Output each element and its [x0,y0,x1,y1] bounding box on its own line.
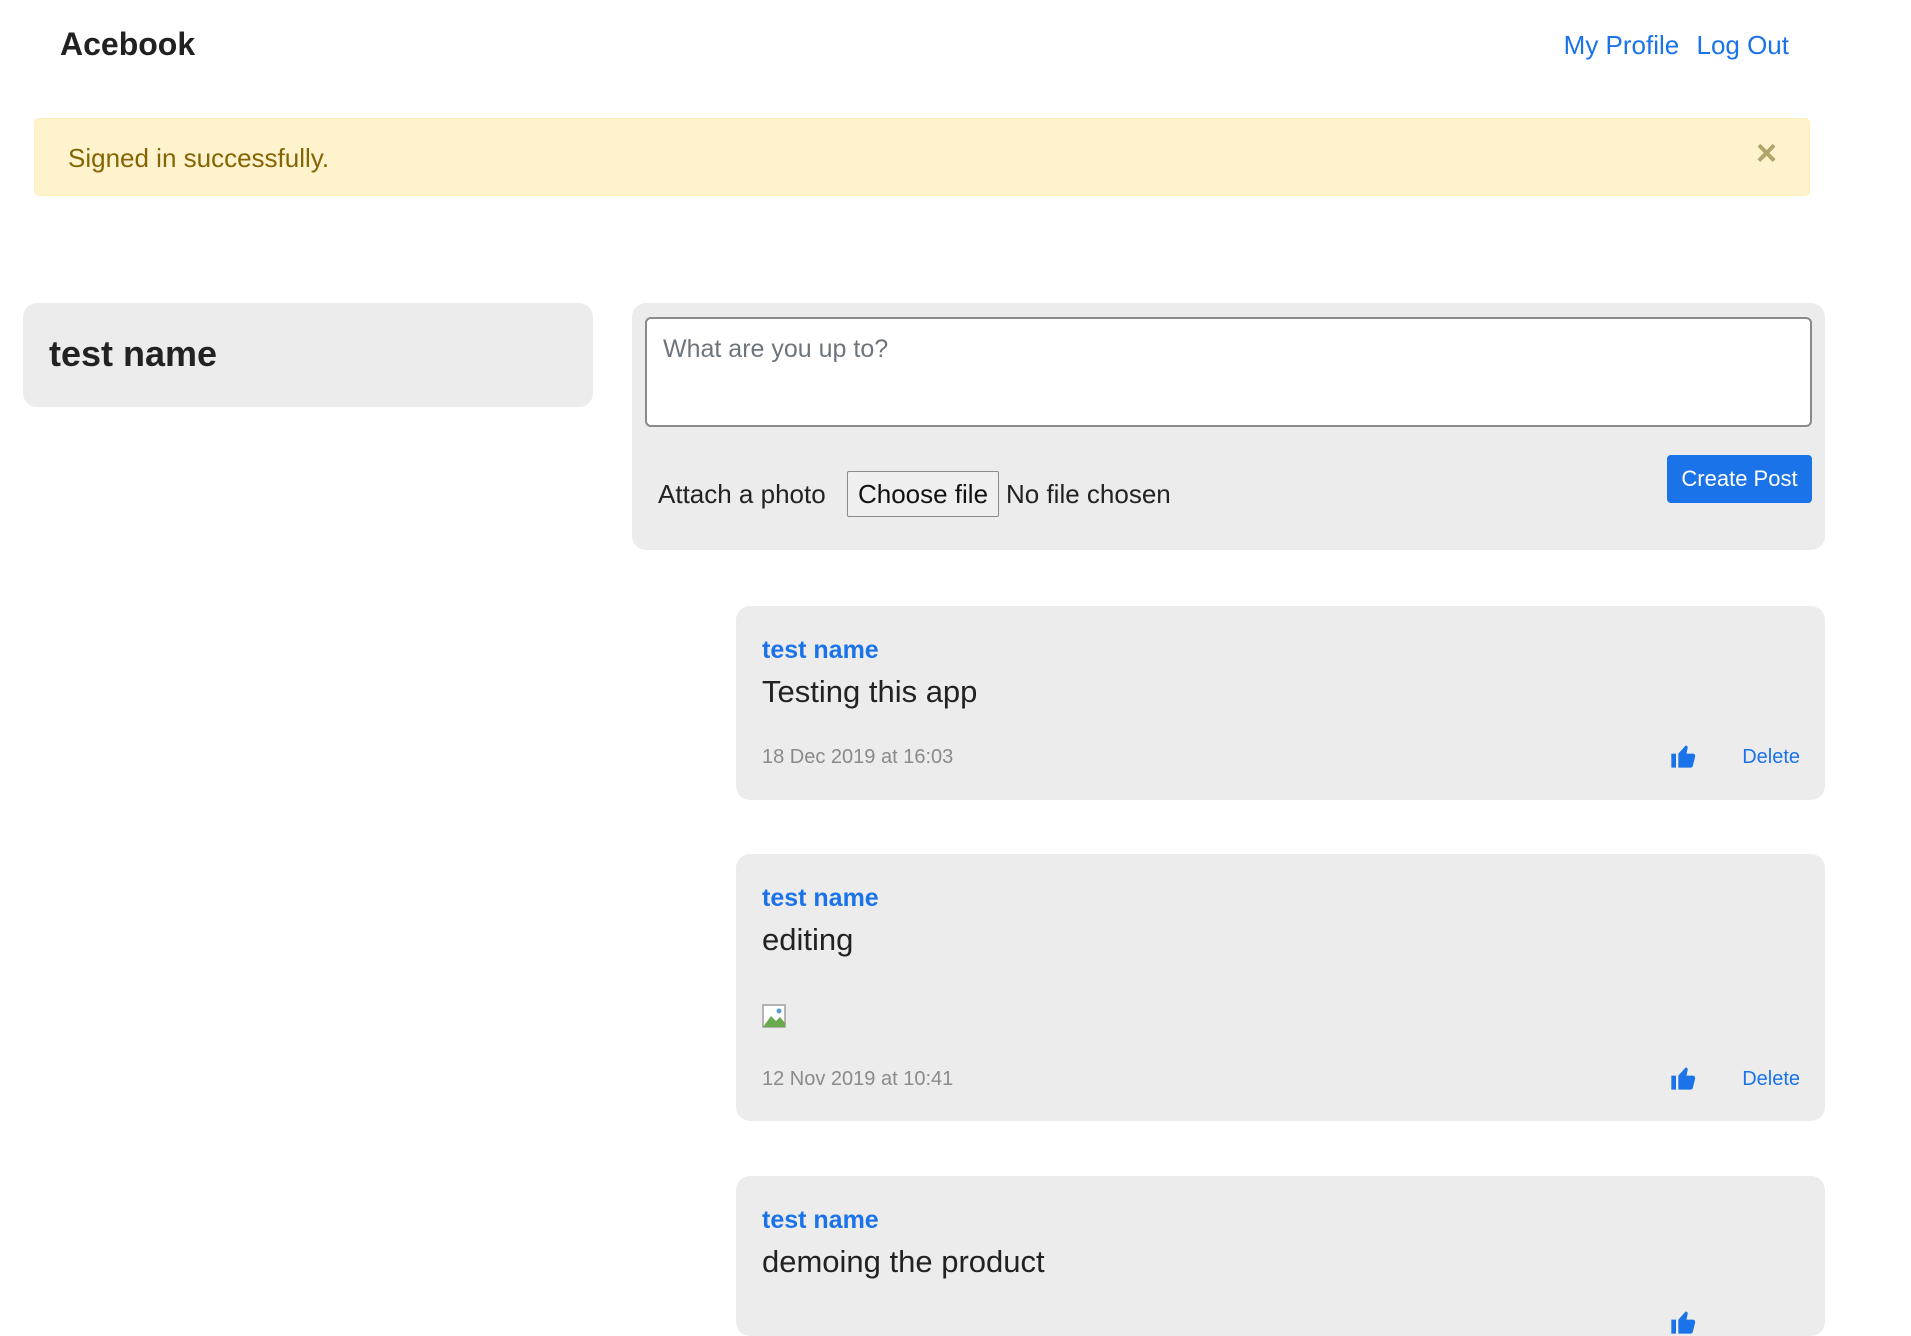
close-icon[interactable]: × [1756,135,1777,171]
post-author-link[interactable]: test name [762,636,879,665]
post-author-link[interactable]: test name [762,1206,879,1235]
thumbs-up-icon[interactable] [1669,1064,1697,1092]
post-card: test name editing 12 Nov 2019 at 10:41 D… [736,854,1825,1121]
thumbs-up-icon[interactable] [1669,742,1697,770]
nav-links: My Profile Log Out [1554,30,1789,61]
post-body: editing [762,922,854,957]
brand-logo[interactable]: Acebook [60,26,195,63]
post-card: test name Testing this app 18 Dec 2019 a… [736,606,1825,800]
file-status-text: No file chosen [1006,479,1171,509]
post-card: test name demoing the product [736,1176,1825,1336]
profile-name: test name [49,333,218,374]
post-body: demoing the product [762,1244,1045,1279]
post-timestamp: 12 Nov 2019 at 10:41 [762,1068,954,1090]
post-text-input[interactable] [645,317,1812,427]
alert-message: Signed in successfully. [68,143,330,173]
my-profile-link[interactable]: My Profile [1564,30,1680,60]
profile-card: test name [23,303,593,407]
delete-post-link[interactable]: Delete [1742,746,1800,769]
delete-post-link[interactable]: Delete [1742,1068,1800,1091]
post-body: Testing this app [762,674,978,709]
broken-image-icon [762,1004,786,1028]
create-post-button[interactable]: Create Post [1667,455,1812,503]
flash-alert: Signed in successfully. × [34,118,1810,196]
navbar: Acebook My Profile Log Out [0,0,1911,95]
post-author-link[interactable]: test name [762,884,879,913]
log-out-link[interactable]: Log Out [1696,30,1789,60]
post-timestamp: 18 Dec 2019 at 16:03 [762,746,954,768]
thumbs-up-icon[interactable] [1669,1308,1697,1336]
choose-file-button[interactable]: Choose file [847,471,999,517]
attach-photo-label: Attach a photo [658,479,826,509]
post-composer: Attach a photo Choose file No file chose… [632,303,1825,550]
